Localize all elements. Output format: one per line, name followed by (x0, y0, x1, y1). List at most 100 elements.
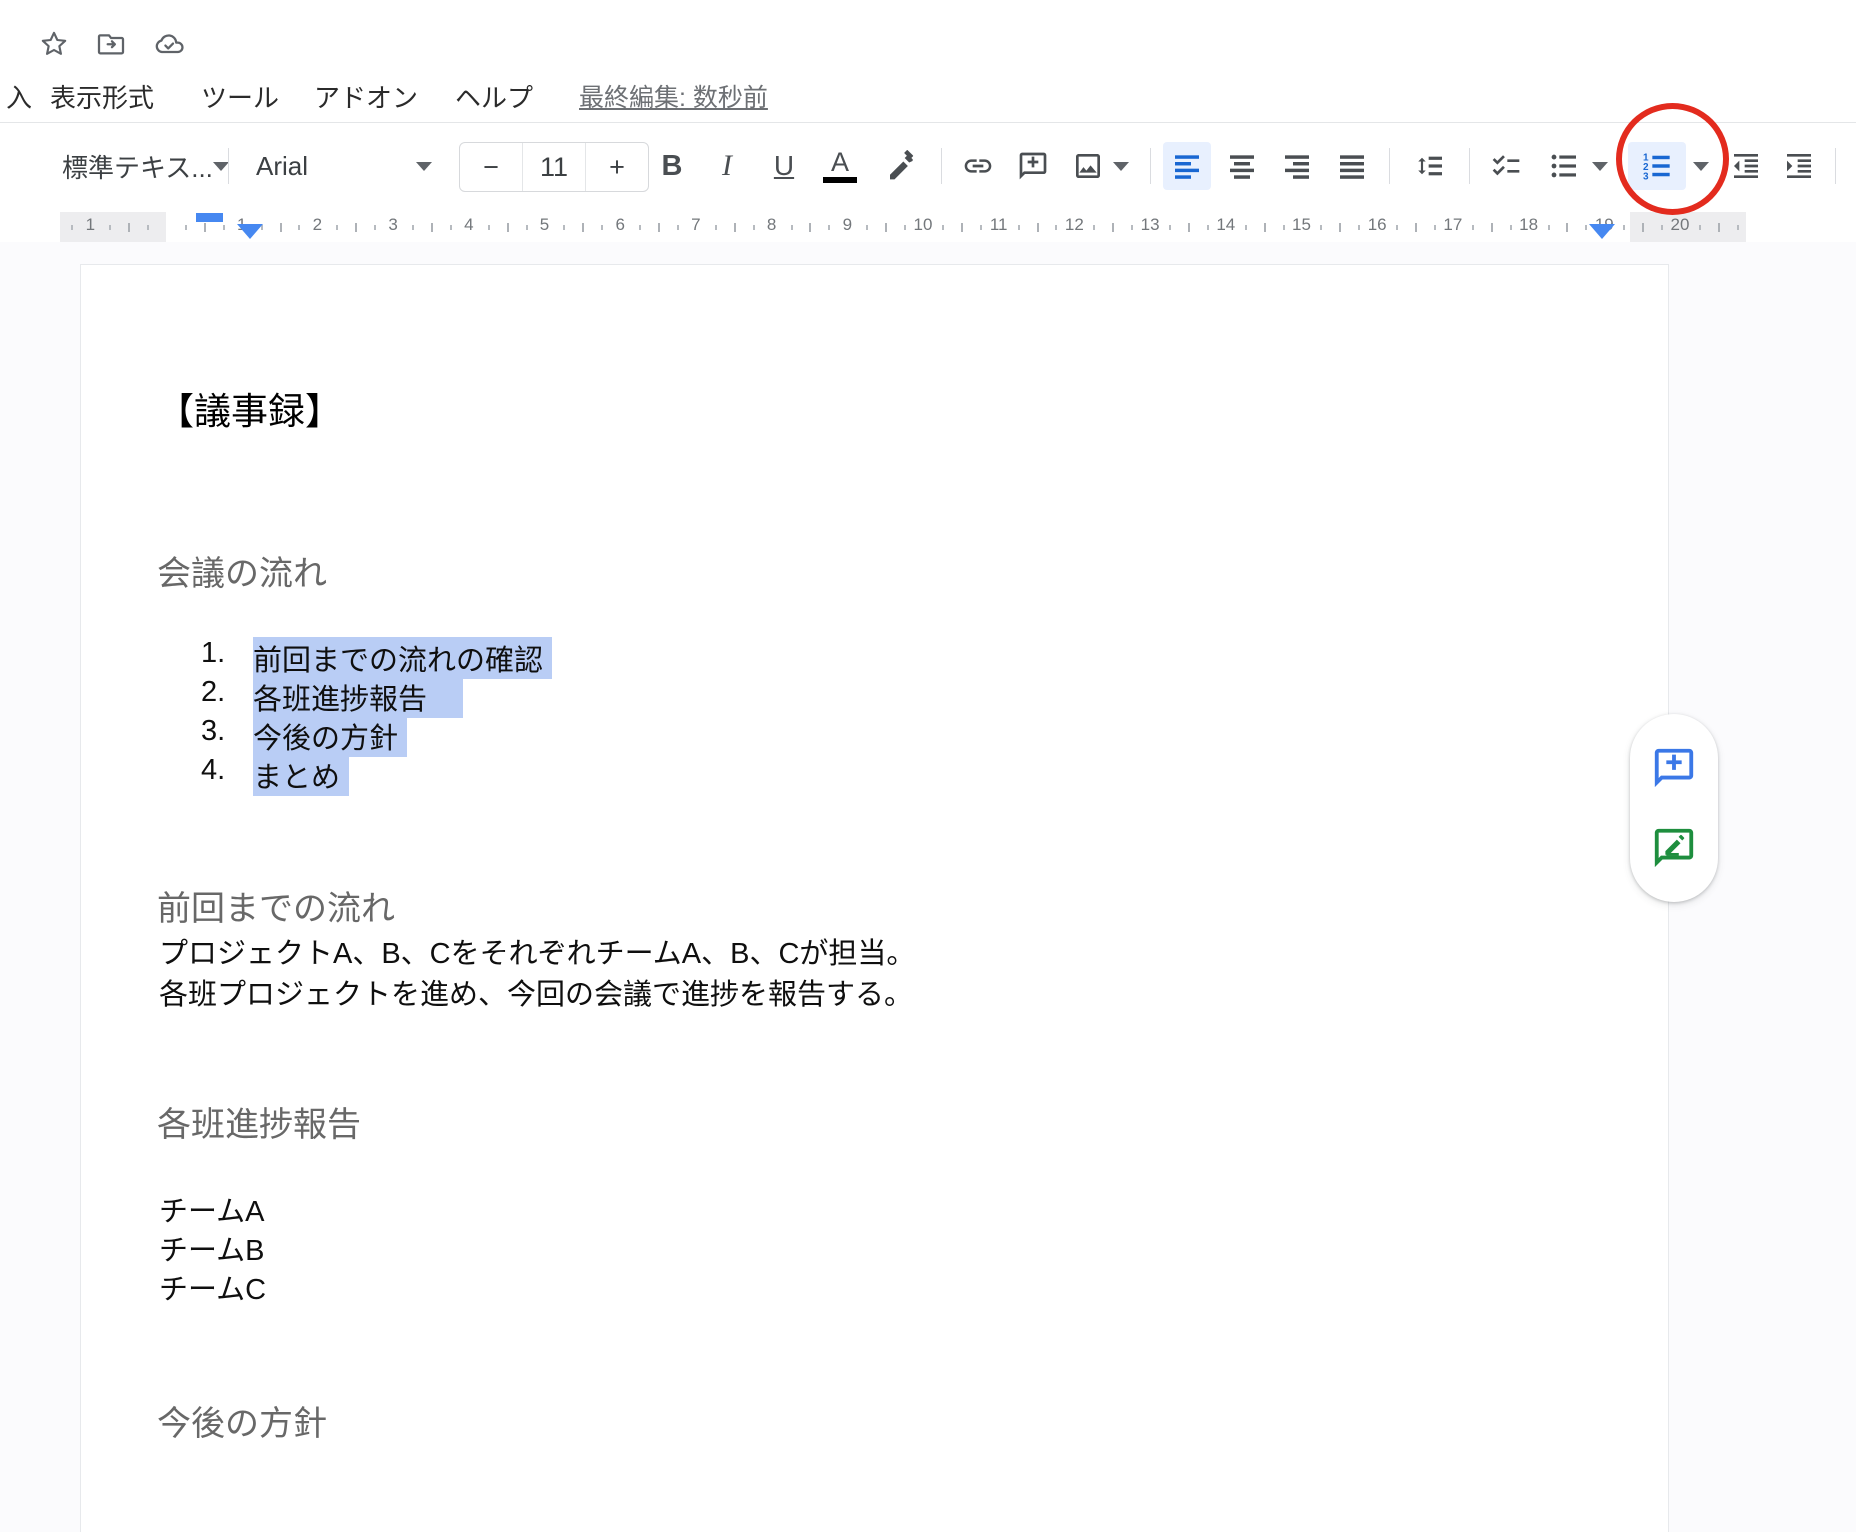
menu-help[interactable]: ヘルプ (455, 78, 533, 118)
bold-button[interactable]: B (650, 142, 694, 190)
increase-indent-icon (1783, 150, 1815, 182)
insert-image-button[interactable] (1066, 142, 1110, 190)
ruler-tick (507, 223, 509, 232)
right-indent-marker[interactable] (1589, 224, 1615, 239)
move-folder-icon[interactable] (93, 26, 129, 62)
insert-image-dropdown[interactable] (1108, 142, 1134, 190)
underline-button[interactable]: U (762, 142, 806, 190)
paragraph-style-dropdown[interactable]: 標準テキス... (58, 142, 224, 190)
ruler-tick (582, 223, 584, 232)
ruler-tick (961, 223, 963, 232)
menu-format[interactable]: 表示形式 (50, 78, 154, 118)
add-comment-side-button[interactable] (1649, 743, 1699, 793)
numbered-list-button[interactable]: 1 2 3 (1628, 142, 1686, 190)
list-item-number: 4. (201, 754, 253, 787)
bulleted-list-dropdown[interactable] (1587, 142, 1613, 190)
ruler-tick (71, 225, 73, 230)
menu-tools[interactable]: ツール (201, 78, 279, 118)
checklist-icon (1490, 150, 1522, 182)
ruler-tick (1585, 225, 1587, 230)
ruler-number: 3 (388, 215, 397, 235)
ruler-number: 13 (1141, 215, 1160, 235)
add-comment-icon (1017, 150, 1049, 182)
font-size-value[interactable]: 11 (522, 143, 585, 191)
text-color-button[interactable]: A (818, 142, 862, 190)
add-comment-button[interactable] (1011, 142, 1055, 190)
menu-addons[interactable]: アドオン (314, 78, 418, 118)
toolbar-separator (1150, 148, 1151, 184)
ruler-tick (1661, 225, 1663, 230)
list-item-number: 2. (201, 676, 253, 709)
checklist-button[interactable] (1483, 142, 1529, 190)
ruler-tick (109, 225, 111, 230)
heading-previous: 前回までの流れ (157, 881, 395, 930)
list-item-text-selected: 今後の方針 (253, 715, 407, 757)
ruler-tick (1566, 223, 1568, 232)
ruler-tick (1491, 223, 1493, 232)
highlight-color-button[interactable] (880, 142, 924, 190)
cloud-saved-icon[interactable] (151, 26, 187, 62)
ruler-number: 8 (767, 215, 776, 235)
ruler-tick (147, 225, 149, 230)
align-left-button[interactable] (1163, 142, 1211, 190)
font-dropdown[interactable]: Arial (248, 142, 440, 190)
justify-button[interactable] (1328, 142, 1376, 190)
last-edit-link[interactable]: 最終編集: 数秒前 (579, 78, 768, 118)
heading-policy: 今後の方針 (157, 1396, 327, 1445)
italic-button[interactable]: I (705, 142, 749, 190)
increase-indent-button[interactable] (1775, 142, 1823, 190)
bulleted-list-button[interactable] (1541, 142, 1587, 190)
increase-font-size-button[interactable]: + (585, 143, 648, 191)
document-title-text: 【議事録】 (157, 381, 342, 435)
ruler-tick (809, 223, 811, 232)
line-spacing-button[interactable] (1406, 142, 1454, 190)
ruler-tick (1188, 223, 1190, 232)
justify-icon (1336, 150, 1368, 182)
ruler-tick (791, 225, 793, 230)
ruler-tick (1642, 223, 1644, 232)
document-header-bar (0, 0, 1856, 72)
left-indent-marker[interactable] (237, 224, 263, 239)
toolbar-separator (1389, 148, 1390, 184)
ruler-tick (412, 225, 414, 230)
document-page[interactable]: 【議事録】 会議の流れ 1. 前回までの流れの確認 2. 各班進捗報告 3. 今… (80, 264, 1669, 1532)
ruler-tick (1472, 225, 1474, 230)
ruler-tick (374, 225, 376, 230)
google-docs-window: 入 表示形式 ツール アドオン ヘルプ 最終編集: 数秒前 標準テキス... A… (0, 0, 1856, 1532)
chevron-down-icon (1592, 162, 1608, 171)
decrease-font-size-button[interactable]: − (460, 143, 522, 191)
ruler-number: 9 (843, 215, 852, 235)
horizontal-ruler[interactable]: 11234567891011121314151617181920 (60, 212, 1746, 242)
team-line: チームC (159, 1271, 266, 1310)
align-center-button[interactable] (1218, 142, 1266, 190)
ruler-tick (980, 225, 982, 230)
star-icon[interactable] (36, 26, 72, 62)
ruler-number: 4 (464, 215, 473, 235)
insert-link-button[interactable] (956, 142, 1000, 190)
heading-agenda: 会議の流れ (157, 546, 327, 595)
ruler-tick (1548, 225, 1550, 230)
ruler-tick (1264, 223, 1266, 232)
chevron-down-icon (416, 162, 432, 171)
svg-text:3: 3 (1643, 171, 1649, 182)
ruler-tick (734, 223, 736, 232)
ruler-number: 6 (615, 215, 624, 235)
ruler-tick (280, 223, 282, 232)
ruler-tick (1699, 225, 1701, 230)
ruler-tick (753, 225, 755, 230)
decrease-indent-icon (1730, 150, 1762, 182)
document-canvas: 【議事録】 会議の流れ 1. 前回までの流れの確認 2. 各班進捗報告 3. 今… (0, 242, 1856, 1532)
formatting-toolbar: 標準テキス... Arial − 11 + B I U A (0, 123, 1856, 212)
ruler-tick (639, 225, 641, 230)
ruler-number: 10 (914, 215, 933, 235)
chevron-down-icon (213, 162, 229, 171)
menu-insert-partial[interactable]: 入 (6, 78, 32, 118)
suggest-edits-button[interactable] (1649, 823, 1699, 873)
decrease-indent-button[interactable] (1722, 142, 1770, 190)
align-right-button[interactable] (1273, 142, 1321, 190)
numbered-list-dropdown[interactable] (1688, 142, 1714, 190)
list-item: 3. 今後の方針 (81, 715, 1668, 754)
paragraph-style-value: 標準テキス... (62, 148, 213, 185)
list-item-text-selected: 前回までの流れの確認 (253, 637, 552, 679)
first-line-indent-marker[interactable] (196, 213, 223, 222)
